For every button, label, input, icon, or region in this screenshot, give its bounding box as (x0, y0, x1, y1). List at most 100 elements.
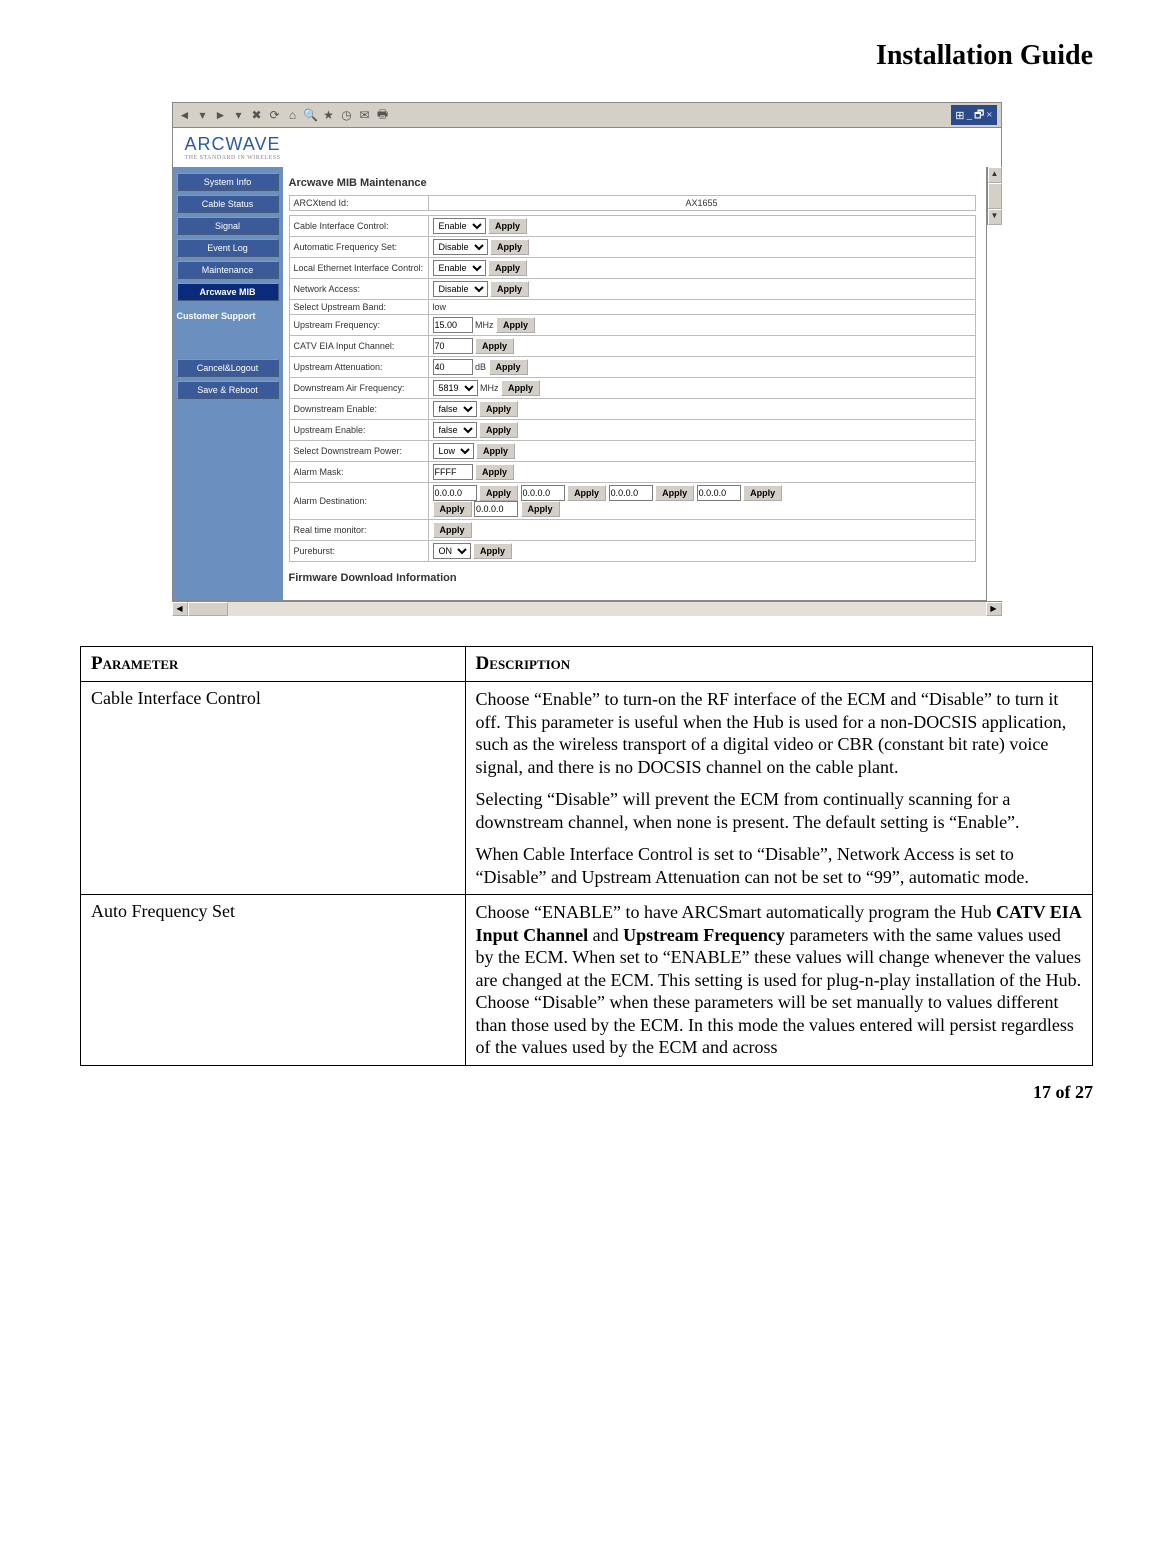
param-name: Auto Frequency Set (81, 895, 466, 1066)
auto-freq-label: Automatic Frequency Set: (289, 237, 428, 258)
sidebar-item-save-reboot[interactable]: Save & Reboot (177, 381, 279, 399)
pureburst-label: Pureburst: (289, 541, 428, 562)
minimize-icon[interactable]: _ (966, 109, 972, 121)
up-att-input[interactable] (433, 359, 473, 375)
history-icon[interactable]: ◷ (339, 107, 355, 123)
up-en-select[interactable]: false (433, 422, 477, 438)
down-en-apply-button[interactable]: Apply (479, 401, 518, 417)
col-header-parameter: Parameter (81, 647, 466, 682)
net-access-apply-button[interactable]: Apply (490, 281, 529, 297)
menu-icon[interactable]: ▾ (231, 107, 247, 123)
alarm-dest-5-input[interactable] (474, 501, 518, 517)
alarm-mask-label: Alarm Mask: (289, 462, 428, 483)
scroll-down-icon[interactable]: ▼ (988, 209, 1002, 225)
up-freq-input[interactable] (433, 317, 473, 333)
restore-icon[interactable]: 🗗 (974, 106, 984, 125)
sidebar-item-event-log[interactable]: Event Log (177, 239, 279, 257)
rt-monitor-apply-button[interactable]: Apply (433, 522, 472, 538)
down-air-label: Downstream Air Frequency: (289, 378, 428, 399)
main-panel: Arcwave MIB Maintenance ARCXtend Id: AX1… (283, 167, 986, 600)
up-freq-label: Upstream Frequency: (289, 315, 428, 336)
sidebar-item-signal[interactable]: Signal (177, 217, 279, 235)
alarm-dest-4-apply-button[interactable]: Apply (743, 485, 782, 501)
logo-icon: ⊞ (955, 109, 964, 122)
down-air-select[interactable]: 5819 (433, 380, 478, 396)
rt-monitor-label: Real time monitor: (289, 520, 428, 541)
sidebar-item-system-info[interactable]: System Info (177, 173, 279, 191)
alarm-dest-5b-apply-button[interactable]: Apply (521, 501, 560, 517)
menu-icon[interactable]: ▾ (195, 107, 211, 123)
sidebar-item-arcwave-mib[interactable]: Arcwave MIB (177, 283, 279, 301)
auto-freq-apply-button[interactable]: Apply (490, 239, 529, 255)
brand-logo: ARCWAVE (185, 134, 989, 155)
catv-ch-label: CATV EIA Input Channel: (289, 336, 428, 357)
arcxtend-value: AX1655 (428, 196, 975, 211)
alarm-dest-5a-apply-button[interactable]: Apply (433, 501, 472, 517)
pureburst-apply-button[interactable]: Apply (473, 543, 512, 559)
print-icon[interactable]: 🖶 (375, 107, 391, 123)
forward-icon[interactable]: ► (213, 107, 229, 123)
net-access-label: Network Access: (289, 279, 428, 300)
sidebar-item-cable-status[interactable]: Cable Status (177, 195, 279, 213)
alarm-dest-1-input[interactable] (433, 485, 477, 501)
up-freq-apply-button[interactable]: Apply (496, 317, 535, 333)
up-en-apply-button[interactable]: Apply (479, 422, 518, 438)
alarm-dest-2-input[interactable] (521, 485, 565, 501)
catv-ch-input[interactable] (433, 338, 473, 354)
net-access-select[interactable]: Disable (433, 281, 488, 297)
pureburst-select[interactable]: ON (433, 543, 471, 559)
horizontal-scrollbar[interactable]: ◀ ▶ (172, 601, 1002, 616)
mail-icon[interactable]: ✉ (357, 107, 373, 123)
cable-if-select[interactable]: Enable (433, 218, 486, 234)
alarm-dest-4-input[interactable] (697, 485, 741, 501)
alarm-mask-apply-button[interactable]: Apply (475, 464, 514, 480)
search-icon[interactable]: 🔍 (303, 107, 319, 123)
brand-tagline: THE STANDARD IN WIRELESS (185, 155, 989, 161)
close-icon[interactable]: × (986, 109, 992, 121)
parameter-table: Parameter Description Cable Interface Co… (80, 646, 1093, 1066)
up-freq-unit: MHz (475, 320, 494, 330)
scroll-right-icon[interactable]: ▶ (986, 602, 1002, 616)
section-title: Arcwave MIB Maintenance (289, 177, 976, 189)
home-icon[interactable]: ⌂ (285, 107, 301, 123)
sel-down-pwr-label: Select Downstream Power: (289, 441, 428, 462)
catv-ch-apply-button[interactable]: Apply (475, 338, 514, 354)
up-att-apply-button[interactable]: Apply (489, 359, 528, 375)
param-desc: Choose “Enable” to turn-on the RF interf… (465, 682, 1092, 895)
sidebar-item-cancel-logout[interactable]: Cancel&Logout (177, 359, 279, 377)
alarm-dest-1-apply-button[interactable]: Apply (479, 485, 518, 501)
sel-down-pwr-select[interactable]: Low (433, 443, 474, 459)
scroll-thumb[interactable] (988, 183, 1002, 209)
alarm-dest-3-input[interactable] (609, 485, 653, 501)
alarm-dest-label: Alarm Destination: (289, 483, 428, 520)
local-eth-label: Local Ethernet Interface Control: (289, 258, 428, 279)
down-en-label: Downstream Enable: (289, 399, 428, 420)
sidebar-item-maintenance[interactable]: Maintenance (177, 261, 279, 279)
cable-if-apply-button[interactable]: Apply (488, 218, 527, 234)
alarm-dest-3-apply-button[interactable]: Apply (655, 485, 694, 501)
param-desc: Choose “ENABLE” to have ARCSmart automat… (465, 895, 1092, 1066)
up-att-unit: dB (475, 362, 486, 372)
scroll-left-icon[interactable]: ◀ (172, 602, 188, 616)
sel-up-band-value: low (428, 300, 975, 315)
alarm-mask-input[interactable] (433, 464, 473, 480)
stop-icon[interactable]: ✖ (249, 107, 265, 123)
refresh-icon[interactable]: ⟳ (267, 107, 283, 123)
alarm-dest-2-apply-button[interactable]: Apply (567, 485, 606, 501)
window-controls: ⊞ _ 🗗 × (951, 105, 996, 125)
scroll-up-icon[interactable]: ▲ (988, 167, 1002, 183)
sidebar-heading-support: Customer Support (177, 311, 279, 321)
col-header-description: Description (465, 647, 1092, 682)
local-eth-apply-button[interactable]: Apply (488, 260, 527, 276)
down-air-apply-button[interactable]: Apply (501, 380, 540, 396)
sel-down-pwr-apply-button[interactable]: Apply (476, 443, 515, 459)
auto-freq-select[interactable]: Disable (433, 239, 488, 255)
vertical-scrollbar[interactable]: ▲ ▼ (987, 167, 1002, 225)
favorites-icon[interactable]: ★ (321, 107, 337, 123)
hscroll-thumb[interactable] (188, 602, 228, 616)
up-att-label: Upstream Attenuation: (289, 357, 428, 378)
back-icon[interactable]: ◄ (177, 107, 193, 123)
down-en-select[interactable]: false (433, 401, 477, 417)
local-eth-select[interactable]: Enable (433, 260, 486, 276)
down-air-unit: MHz (480, 383, 499, 393)
